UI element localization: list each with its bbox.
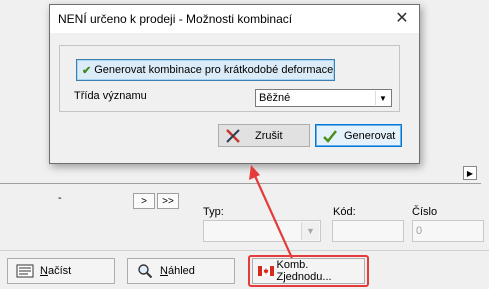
- importance-class-value: Běžné: [259, 92, 291, 104]
- generate-label: Generovat: [344, 129, 396, 142]
- type-label: Typ:: [203, 206, 224, 218]
- number-label: Číslo: [412, 206, 438, 218]
- load-icon: [16, 263, 34, 279]
- cancel-label: Zrušit: [255, 129, 283, 142]
- highlight-box: [248, 255, 369, 287]
- number-value: 0: [416, 225, 423, 237]
- cancel-button[interactable]: Zrušit: [218, 124, 310, 147]
- load-button[interactable]: Načíst: [7, 258, 115, 284]
- generate-short-term-label: Generovat kombinace pro krátkodobé defor…: [94, 64, 334, 76]
- close-icon[interactable]: ✕: [391, 7, 413, 29]
- importance-class-label: Třída významu: [74, 90, 147, 102]
- magnifier-icon: [136, 263, 154, 279]
- checkmark-icon: ✔: [82, 64, 92, 77]
- divider: [0, 250, 489, 251]
- generate-button[interactable]: Generovat: [315, 124, 402, 147]
- type-select[interactable]: ▼: [203, 220, 321, 242]
- checkmark-icon: [322, 128, 338, 144]
- dialog-title: NENÍ určeno k prodeji - Možnosti kombina…: [58, 12, 293, 26]
- cancel-icon: [225, 128, 241, 144]
- importance-class-select[interactable]: Běžné ▼: [255, 89, 392, 107]
- chevron-down-icon: ▼: [301, 222, 319, 240]
- number-field[interactable]: 0: [412, 220, 484, 242]
- scroll-right-arrow[interactable]: ▶: [463, 166, 477, 180]
- range-dash: -: [58, 192, 62, 204]
- generate-short-term-button[interactable]: ✔ Generovat kombinace pro krátkodobé def…: [76, 59, 335, 81]
- preview-button[interactable]: Náhled: [127, 258, 235, 284]
- load-label: Načíst: [40, 265, 72, 277]
- chevron-down-icon: ▼: [375, 91, 390, 105]
- dialog-titlebar: NENÍ určeno k prodeji - Možnosti kombina…: [50, 5, 419, 33]
- next-button[interactable]: >: [133, 193, 155, 209]
- last-button[interactable]: >>: [157, 193, 179, 209]
- code-field[interactable]: [332, 220, 404, 242]
- code-label: Kód:: [333, 206, 356, 218]
- divider: [0, 183, 481, 184]
- combination-options-dialog: NENÍ určeno k prodeji - Možnosti kombina…: [49, 4, 420, 164]
- preview-label: Náhled: [160, 265, 195, 277]
